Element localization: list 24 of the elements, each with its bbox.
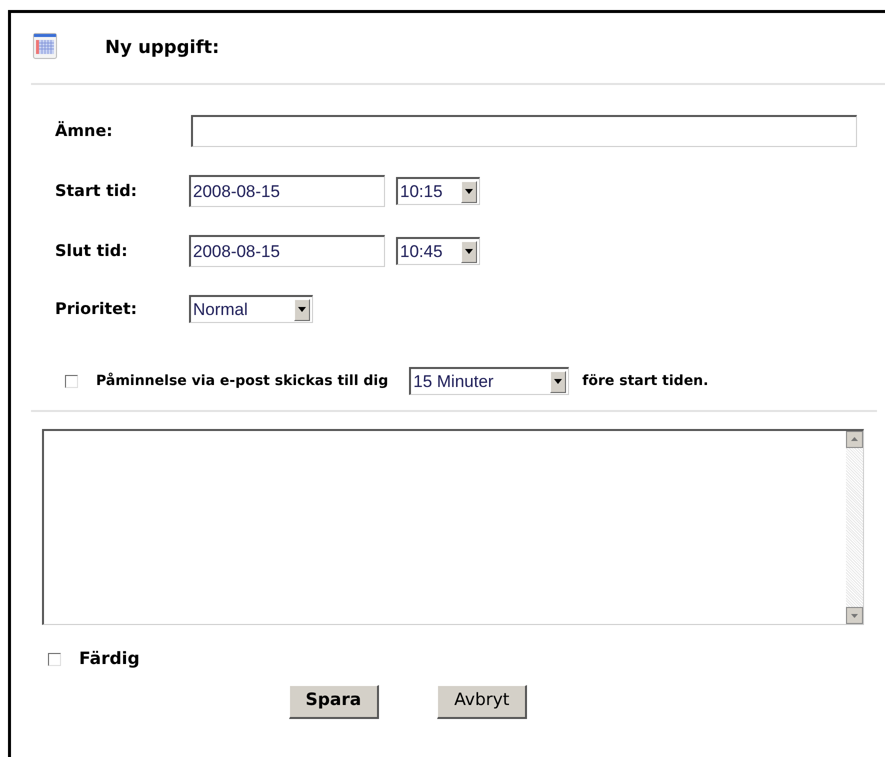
- notes-field[interactable]: [42, 429, 864, 625]
- field-label: Prioritet:: [55, 298, 138, 320]
- text-field[interactable]: [191, 115, 857, 147]
- date-field[interactable]: 2008-08-15: [189, 235, 385, 267]
- cancel-button[interactable]: Avbryt: [437, 684, 528, 718]
- calendar-icon: [33, 33, 57, 59]
- checkbox[interactable]: [65, 374, 78, 388]
- scroll-down-icon[interactable]: [846, 607, 863, 624]
- reminder-label: Påminnelse via e-post skickas till dig: [96, 372, 388, 390]
- checkbox[interactable]: [48, 653, 61, 666]
- field-label: Start tid:: [55, 180, 138, 202]
- priority-dropdown[interactable]: Normal: [189, 295, 313, 323]
- time-dropdown[interactable]: 10:15: [396, 177, 480, 205]
- scroll-up-icon[interactable]: [846, 431, 863, 448]
- field-label: Slut tid:: [55, 240, 129, 262]
- save-button[interactable]: Spara: [288, 684, 380, 718]
- date-field[interactable]: 2008-08-15: [189, 175, 385, 207]
- dialog-title: Ny uppgift:: [105, 36, 220, 60]
- reminder-suffix: före start tiden.: [582, 372, 708, 390]
- field-label: Ämne:: [55, 120, 114, 142]
- done-label: Färdig: [79, 648, 140, 671]
- scrollbar[interactable]: [846, 431, 863, 624]
- interval-dropdown[interactable]: 15 Minuter: [409, 367, 570, 395]
- time-dropdown[interactable]: 10:45: [396, 237, 480, 265]
